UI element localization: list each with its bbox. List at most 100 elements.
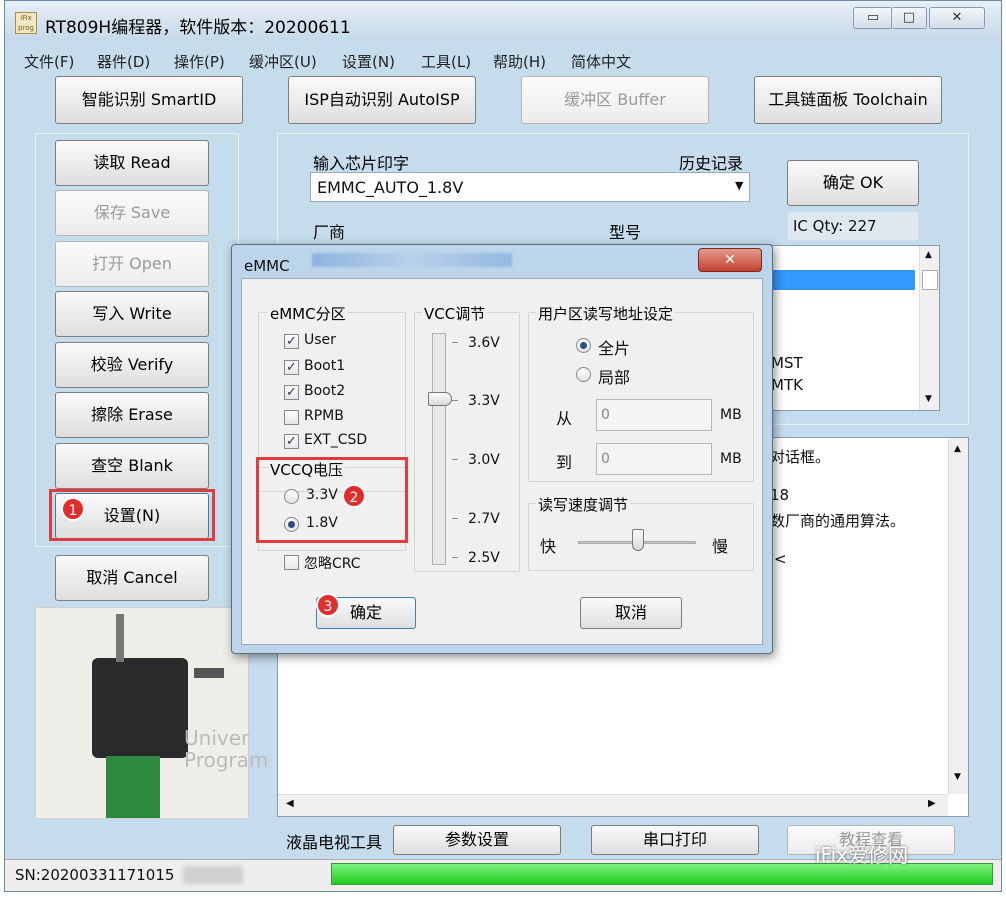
menu-device[interactable]: 器件(D) <box>97 51 150 72</box>
checkbox-user-label: User <box>304 332 336 348</box>
log-text: 数厂商的通用算法。 <box>770 512 906 530</box>
emmc-dialog: eMMC ✕ eMMC分区 ✓ User ✓ Boot1 ✓ Boot2 RPM… <box>231 244 773 654</box>
maximize-button[interactable]: □ <box>891 7 927 29</box>
checkbox-user[interactable]: ✓ <box>284 334 299 349</box>
vcc-tick <box>452 518 458 519</box>
board-text-program: Program <box>184 748 269 772</box>
vcc-tick <box>452 400 458 401</box>
menu-file[interactable]: 文件(F) <box>24 51 74 72</box>
step-badge-1: 1 <box>61 497 85 521</box>
blank-button[interactable]: 查空 Blank <box>55 443 209 489</box>
vcc-slider-track[interactable] <box>432 333 446 565</box>
scroll-up-icon[interactable]: ▲ <box>925 250 932 260</box>
radio-full-chip[interactable] <box>576 338 591 353</box>
write-button[interactable]: 写入 Write <box>55 291 209 337</box>
vccq-highlight <box>256 457 408 543</box>
from-input[interactable]: 0 <box>596 399 712 431</box>
checkbox-ext-csd[interactable]: ✓ <box>284 434 299 449</box>
menu-settings[interactable]: 设置(N) <box>342 51 395 72</box>
autoisp-button[interactable]: ISP自动识别 AutoISP <box>288 76 476 124</box>
programmer-socket-image: Univer Program <box>35 607 268 819</box>
vcc-tick-label: 2.7V <box>468 511 500 527</box>
chip-combo-value: EMMC_AUTO_1.8V <box>317 178 464 197</box>
minimize-button[interactable]: ▭ <box>853 7 893 29</box>
speed-slow-label: 慢 <box>712 537 729 556</box>
ignore-crc-label: 忽略CRC <box>304 556 361 572</box>
app-logo-icon: iFix prog <box>15 12 37 34</box>
log-text: < <box>774 550 787 568</box>
checkbox-boot2-label: Boot2 <box>304 383 346 399</box>
serial-number: SN:20200331171015 <box>15 866 175 884</box>
scroll-right-icon[interactable]: ▶ <box>928 798 936 809</box>
from-label: 从 <box>556 409 573 428</box>
vcc-legend: VCC调节 <box>422 303 488 324</box>
scroll-up-icon[interactable]: ▲ <box>954 444 961 454</box>
chip-combo[interactable]: EMMC_AUTO_1.8V ▼ <box>310 172 750 202</box>
cancel-op-button[interactable]: 取消 Cancel <box>55 555 209 601</box>
close-button[interactable]: ✕ <box>929 7 985 29</box>
menu-language[interactable]: 简体中文 <box>571 51 631 72</box>
checkbox-boot1[interactable]: ✓ <box>284 360 299 375</box>
scroll-down-icon[interactable]: ▼ <box>925 394 932 404</box>
vcc-tick-label: 2.5V <box>468 550 500 566</box>
save-button[interactable]: 保存 Save <box>55 190 209 236</box>
dialog-body: eMMC分区 ✓ User ✓ Boot1 ✓ Boot2 RPMB ✓ EXT… <box>241 278 763 645</box>
menu-help[interactable]: 帮助(H) <box>493 51 546 72</box>
partition-legend: eMMC分区 <box>268 303 348 324</box>
vcc-tick <box>452 459 458 460</box>
scroll-left-icon[interactable]: ◀ <box>286 798 294 809</box>
log-scrollbar-h[interactable]: ◀ ▶ <box>278 794 948 816</box>
dialog-close-button[interactable]: ✕ <box>698 248 762 272</box>
buffer-button[interactable]: 缓冲区 Buffer <box>521 76 709 124</box>
scroll-thumb[interactable] <box>922 270 938 290</box>
menu-bar: 文件(F) 器件(D) 操作(P) 缓冲区(U) 设置(N) 工具(L) 帮助(… <box>5 45 1001 73</box>
checkbox-ignore-crc[interactable] <box>284 555 299 570</box>
log-scrollbar-v[interactable]: ▲ ▼ <box>948 438 968 794</box>
chip-input-label: 输入芯片印字 <box>313 154 410 173</box>
redacted-serial <box>183 866 243 884</box>
checkbox-ext-csd-label: EXT_CSD <box>304 432 368 448</box>
list-scrollbar[interactable]: ▲ ▼ <box>919 246 939 410</box>
menu-buffer[interactable]: 缓冲区(U) <box>249 51 317 72</box>
menu-tools[interactable]: 工具(L) <box>421 51 471 72</box>
toolchain-button[interactable]: 工具链面板 Toolchain <box>754 76 942 124</box>
vcc-slider-thumb[interactable] <box>428 392 452 406</box>
read-button[interactable]: 读取 Read <box>55 140 209 186</box>
vcc-tick <box>452 342 458 343</box>
window-title: RT809H编程器，软件版本：20200611 <box>45 18 351 38</box>
vcc-group <box>414 312 520 572</box>
list-item-text: MTK <box>771 376 803 394</box>
menu-operation[interactable]: 操作(P) <box>174 51 225 72</box>
ic-qty-text: IC Qty: 227 <box>793 217 877 235</box>
scroll-down-icon[interactable]: ▼ <box>954 772 961 782</box>
address-legend: 用户区读写地址设定 <box>536 303 676 324</box>
to-input[interactable]: 0 <box>596 443 712 475</box>
vcc-tick-label: 3.6V <box>468 335 500 351</box>
socket-icon <box>92 658 188 758</box>
vendor-label: 厂商 <box>313 223 346 242</box>
serial-print-button[interactable]: 串口打印 <box>591 825 759 855</box>
board-text-univer: Univer <box>184 726 250 750</box>
radio-full-chip-label: 全片 <box>598 339 631 358</box>
speed-fast-label: 快 <box>540 537 557 556</box>
vcc-tick-label: 3.0V <box>468 452 500 468</box>
erase-button[interactable]: 擦除 Erase <box>55 392 209 438</box>
param-settings-button[interactable]: 参数设置 <box>393 825 561 855</box>
verify-button[interactable]: 校验 Verify <box>55 342 209 388</box>
step-badge-3: 3 <box>316 593 340 617</box>
checkbox-rpmb[interactable] <box>284 410 299 425</box>
checkbox-rpmb-label: RPMB <box>304 408 344 424</box>
title-bar: iFix prog RT809H编程器，软件版本：20200611 ▭ □ ✕ <box>5 1 1001 41</box>
dialog-cancel-button[interactable]: 取消 <box>580 597 682 629</box>
ok-button[interactable]: 确定 OK <box>787 160 919 206</box>
open-button[interactable]: 打开 Open <box>55 241 209 287</box>
to-unit: MB <box>720 451 742 467</box>
chevron-down-icon[interactable]: ▼ <box>735 179 743 192</box>
radio-partial[interactable] <box>576 367 591 382</box>
smartid-button[interactable]: 智能识别 SmartID <box>55 76 243 124</box>
watermark: iFix爱修网 <box>815 843 908 867</box>
history-label: 历史记录 <box>679 154 744 173</box>
checkbox-boot2[interactable]: ✓ <box>284 385 299 400</box>
speed-slider-thumb[interactable] <box>632 529 644 551</box>
list-item-text: MST <box>771 354 803 372</box>
